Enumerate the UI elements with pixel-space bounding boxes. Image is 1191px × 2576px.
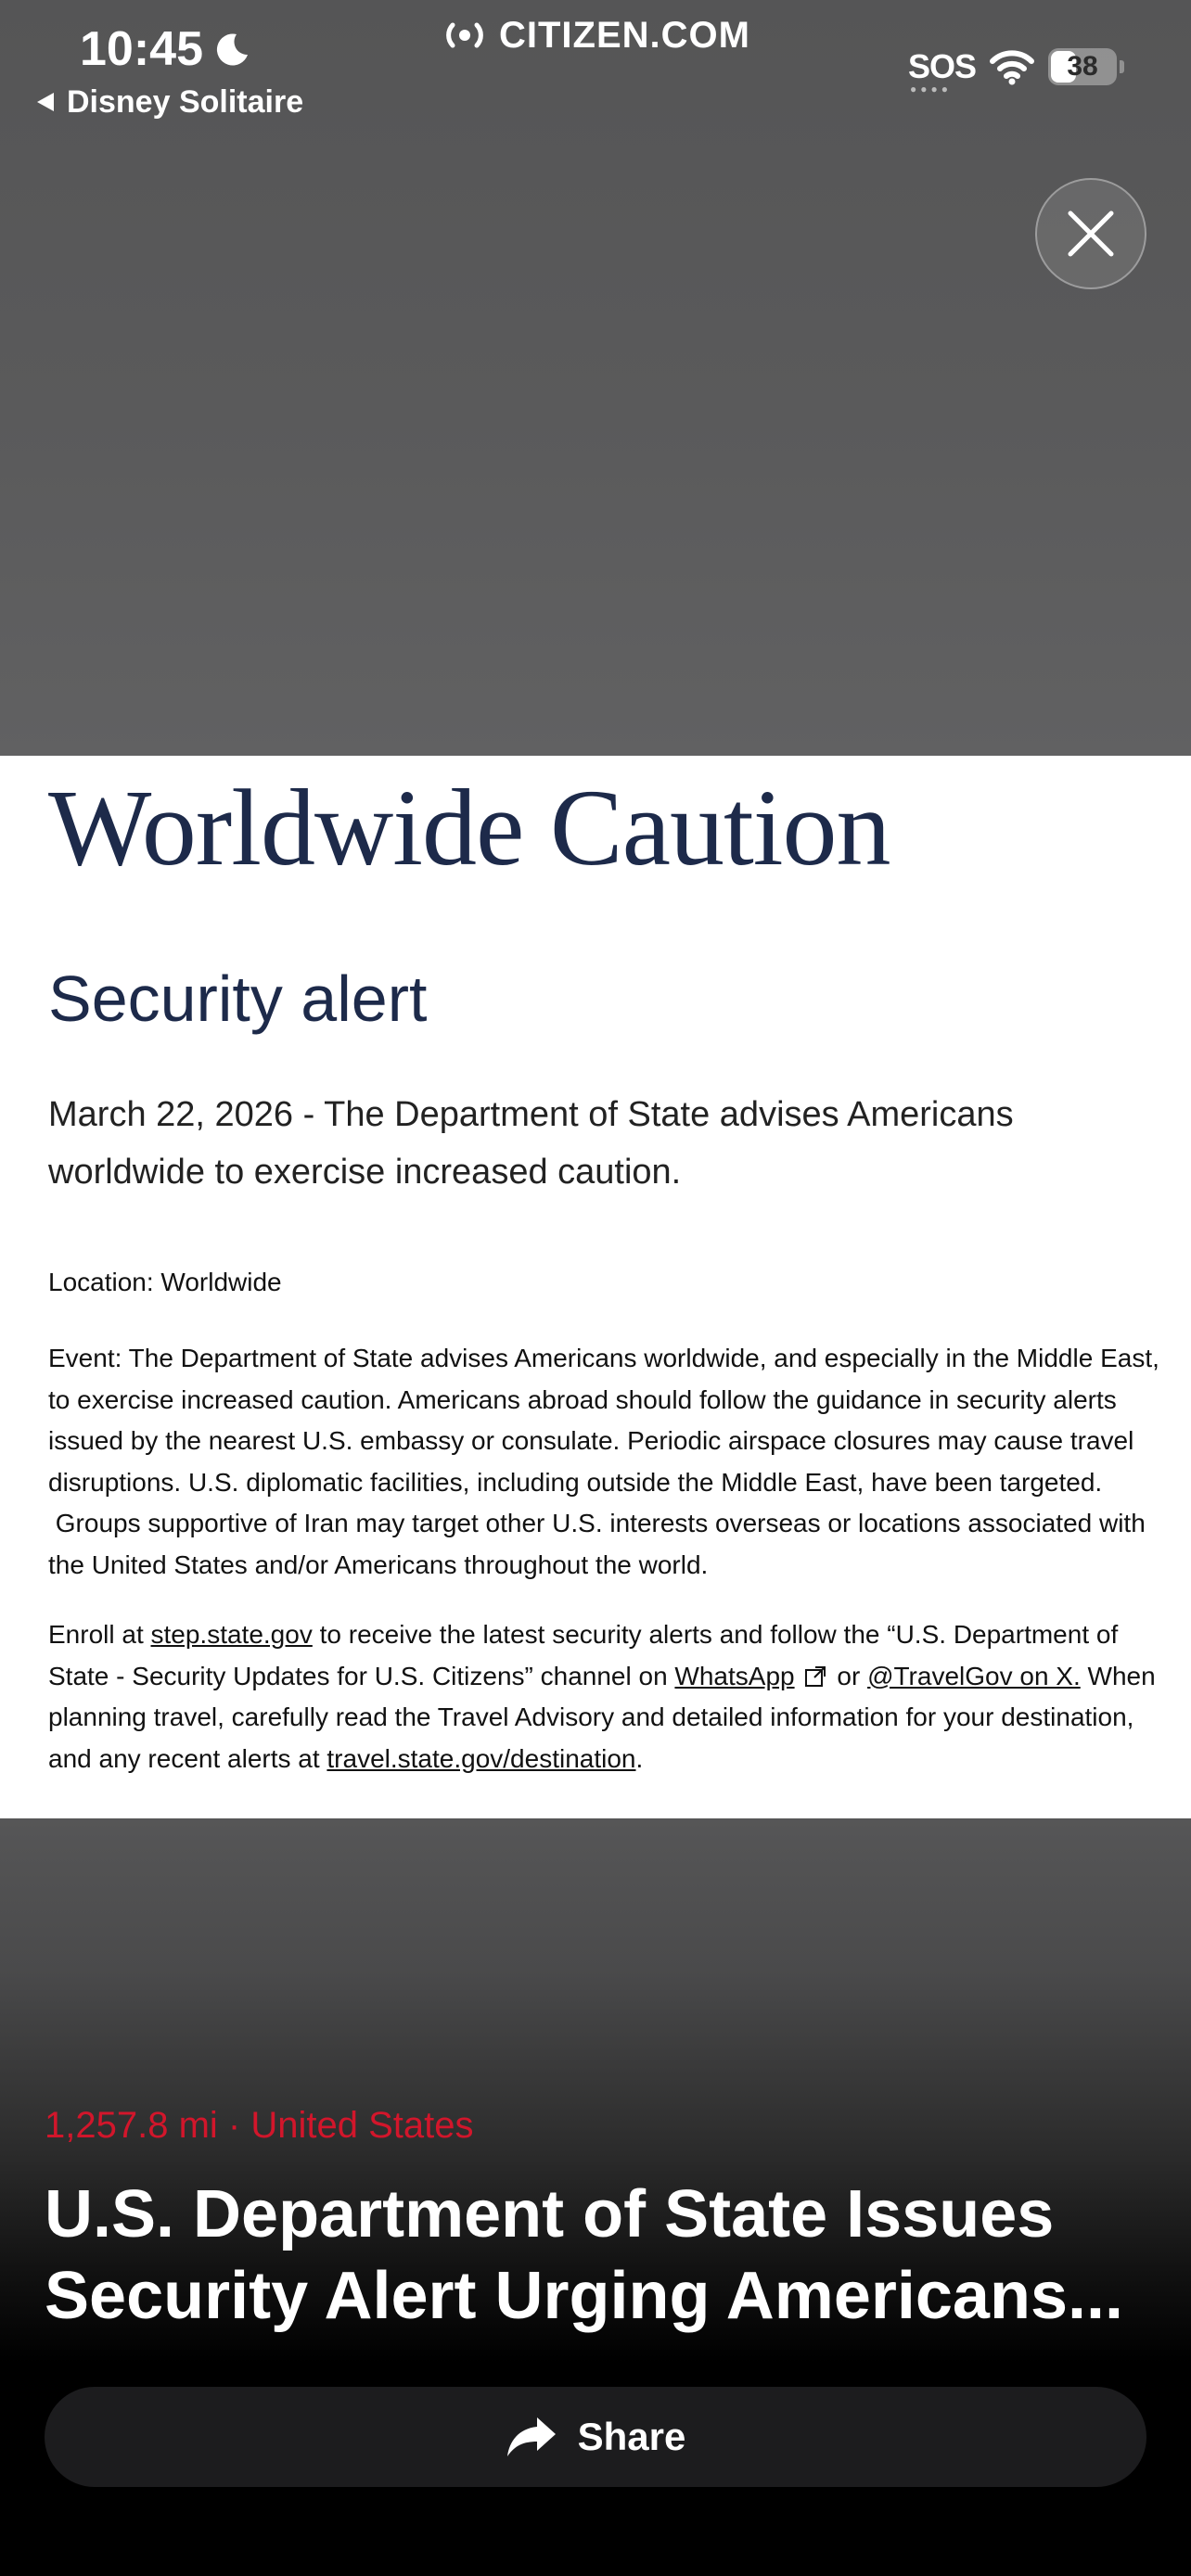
enroll-line: Enroll at step.state.gov to receive the … [48, 1614, 1161, 1656]
event-line: issued by the nearest U.S. embassy or co… [48, 1426, 1134, 1455]
story-headline[interactable]: U.S. Department of State Issues Security… [45, 2174, 1158, 2337]
enroll-line: planning travel, carefully read the Trav… [48, 1702, 1134, 1731]
battery-nub [1120, 60, 1124, 73]
enroll-text: and any recent alerts at [48, 1743, 327, 1773]
status-indicators: SOS ●●●● 38 [907, 39, 1124, 96]
status-time-text: 10:45 [80, 22, 203, 76]
event-line: the United States and/or Americans throu… [48, 1549, 709, 1579]
share-label: Share [577, 2415, 686, 2458]
event-line: to exercise increased caution. Americans… [48, 1384, 1117, 1414]
link-step-state: step.state.gov [150, 1620, 313, 1649]
share-button[interactable]: Share [45, 2387, 1146, 2487]
document-lead: March 22, 2026 - The Department of State… [48, 1086, 1106, 1201]
lead-line: worldwide to exercise increased caution. [48, 1153, 682, 1192]
enroll-text: Enroll at [48, 1620, 151, 1649]
close-button[interactable] [1035, 178, 1146, 289]
back-app-label: Disney Solitaire [67, 83, 304, 120]
story-meta: 1,257.8 mi · United States [45, 2105, 474, 2146]
headline-line: Security Alert Urging Americans... [45, 2259, 1124, 2333]
document-subtitle: Security alert [48, 963, 428, 1035]
url-text: CITIZEN.COM [499, 14, 750, 56]
signal-dots: ●●●● [909, 83, 952, 96]
enroll-text: . [635, 1743, 644, 1773]
alert-document-image: Worldwide Caution Security alert March 2… [0, 756, 1191, 1818]
wifi-icon [990, 50, 1034, 85]
enroll-text: State - Security Updates for U.S. Citize… [48, 1661, 675, 1690]
enroll-text: or [829, 1661, 868, 1690]
battery-indicator: 38 [1048, 48, 1124, 85]
document-location: Location: Worldwide [48, 1268, 282, 1296]
document-event: Event: The Department of State advises A… [48, 1338, 1161, 1586]
link-whatsapp: WhatsApp [674, 1661, 795, 1690]
document-enroll: Enroll at step.state.gov to receive the … [48, 1614, 1161, 1779]
enroll-text: When [1080, 1661, 1156, 1690]
live-broadcast-icon [446, 22, 483, 48]
battery-level: 38 [1067, 51, 1098, 82]
back-to-app-button[interactable]: Disney Solitaire [35, 82, 303, 122]
link-travelgov-x: @TravelGov on X. [867, 1661, 1081, 1690]
sos-indicator: SOS ●●●● [907, 47, 977, 96]
sos-text: SOS [907, 47, 977, 85]
link-travel-state: travel.state.gov/destination [327, 1743, 636, 1773]
enroll-line: State - Security Updates for U.S. Citize… [48, 1656, 1161, 1698]
share-arrow-icon [506, 2417, 556, 2456]
document-title: Worldwide Caution [48, 767, 891, 888]
close-icon [1068, 210, 1114, 257]
back-triangle-icon [37, 93, 54, 111]
enroll-text: to receive the latest security alerts an… [312, 1620, 1119, 1649]
event-line: disruptions. U.S. diplomatic facilities,… [48, 1467, 1103, 1497]
url-bar[interactable]: CITIZEN.COM [440, 11, 750, 59]
status-time: 10:45 [80, 17, 251, 82]
headline-line: U.S. Department of State Issues [45, 2177, 1055, 2251]
external-link-icon [804, 1665, 826, 1687]
moon-icon [216, 33, 248, 66]
event-line: Event: The Department of State advises A… [48, 1344, 1159, 1372]
enroll-line: and any recent alerts at travel.state.go… [48, 1739, 1161, 1780]
lead-line: March 22, 2026 - The Department of State… [48, 1095, 1014, 1134]
event-line: Groups supportive of Iran may target oth… [48, 1509, 1146, 1537]
